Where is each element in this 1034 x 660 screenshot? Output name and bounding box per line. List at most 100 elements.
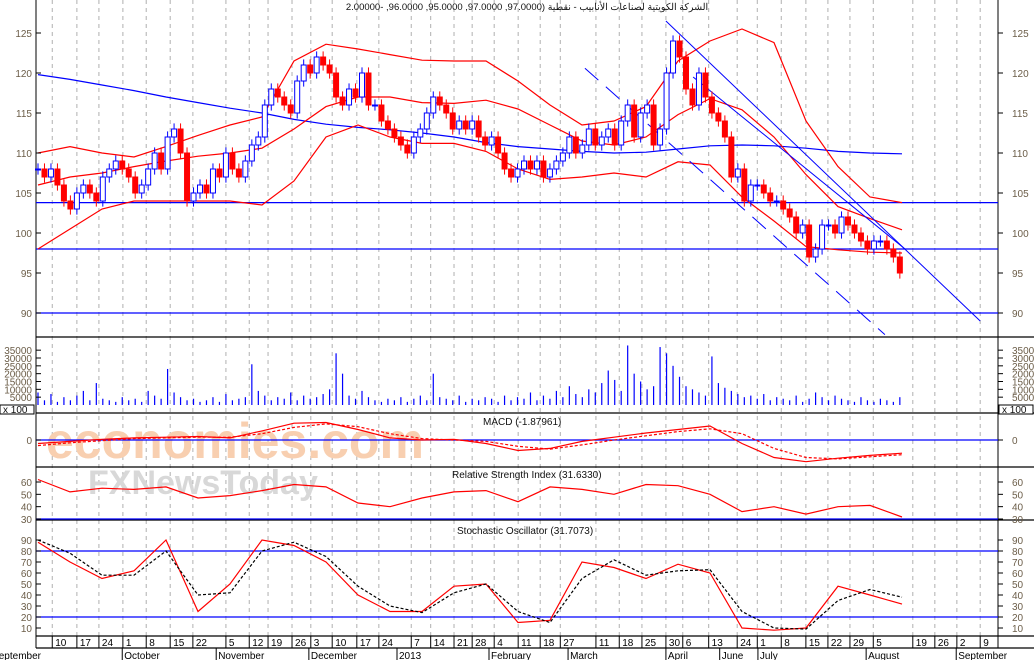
- candle-up: [171, 128, 178, 138]
- volume-panel: [37, 345, 901, 405]
- candle-down: [495, 136, 502, 154]
- x-tick-label: 11: [599, 638, 610, 649]
- candle-down: [475, 120, 482, 138]
- candle-down: [482, 136, 489, 146]
- x-tick-label: 8: [149, 638, 155, 649]
- x-tick-label: 27: [563, 638, 575, 649]
- price-axis-label: 105: [1012, 189, 1029, 200]
- x-tick-label: 22: [831, 638, 843, 649]
- candle-up: [47, 168, 54, 178]
- candle-down: [890, 248, 897, 258]
- candle-down: [767, 192, 774, 202]
- candle-up: [747, 184, 754, 202]
- grid-lines: [51, 0, 981, 636]
- x-tick-label: 17: [80, 638, 92, 649]
- stochastic-axis-label: 80: [21, 547, 33, 558]
- candle-down: [527, 160, 534, 170]
- candle-up: [112, 160, 119, 170]
- x-tick-label: 15: [173, 638, 185, 649]
- rsi-axis-label: 30: [1012, 515, 1024, 526]
- x-tick-label: 10: [55, 638, 67, 649]
- candle-up: [164, 136, 171, 170]
- axes: 125 125120 120115 115110 110105 105100 10095 95…: [0, 29, 1034, 660]
- price-axis-label: 105: [15, 189, 32, 200]
- candle-up: [637, 112, 644, 138]
- stochastic-axis-label: 30: [1012, 602, 1024, 613]
- x-tick-label: 18: [543, 638, 555, 649]
- candle-down: [333, 72, 340, 98]
- price-axis-label: 120: [15, 69, 32, 80]
- candle-up: [151, 152, 158, 170]
- x-tick-label: 8: [784, 638, 790, 649]
- economies-watermark: economies.com: [46, 413, 424, 469]
- candle-down: [320, 56, 327, 66]
- candle-down: [352, 88, 359, 98]
- candle-up: [657, 128, 664, 146]
- candle-up: [644, 104, 651, 114]
- candle-down: [786, 208, 793, 218]
- candle-down: [391, 128, 398, 138]
- stochastic-axis-label: 90: [1012, 536, 1024, 547]
- candle-down: [780, 200, 787, 210]
- candle-down: [235, 168, 242, 178]
- x-tick-label: 10: [335, 638, 347, 649]
- candle-down: [307, 64, 314, 74]
- candle-down: [449, 112, 456, 130]
- x-month-label: November: [218, 651, 265, 660]
- candle-down: [404, 144, 411, 154]
- candle-up: [190, 192, 197, 202]
- stochastic-panel: [36, 538, 998, 631]
- candle-down: [378, 104, 385, 122]
- x-tick-label: 1: [760, 638, 766, 649]
- candle-down: [845, 216, 851, 226]
- candle-up: [371, 104, 378, 107]
- x-month-label: July: [760, 651, 778, 660]
- candle-up: [313, 56, 320, 74]
- candle-up: [566, 136, 573, 154]
- rsi-axis-label: 60: [21, 478, 33, 489]
- stochastic-axis-label: 50: [1012, 580, 1024, 591]
- x-month-label: September: [958, 651, 1008, 660]
- candle-down: [806, 224, 813, 258]
- x-tick-label: 19: [916, 638, 928, 649]
- stochastic-axis-label: 20: [21, 613, 33, 624]
- bollinger-upper-line: [37, 28, 903, 204]
- candle-up: [670, 40, 677, 74]
- candle-down: [708, 96, 715, 114]
- x-tick-label: 2: [960, 638, 966, 649]
- candle-down: [281, 96, 288, 106]
- candle-down: [760, 184, 767, 194]
- candle-up: [488, 136, 495, 146]
- candle-up: [812, 248, 819, 258]
- candle-up: [346, 88, 353, 106]
- x-month-label: August: [868, 651, 899, 660]
- candle-down: [741, 168, 748, 202]
- candle-up: [145, 168, 152, 186]
- candle-down: [715, 112, 722, 122]
- candle-down: [177, 128, 184, 154]
- candle-down: [631, 104, 638, 138]
- stochastic-axis-label: 90: [21, 536, 33, 547]
- stochastic-axis-label: 60: [1012, 569, 1024, 580]
- candle-up: [799, 224, 806, 234]
- candle-down: [229, 152, 236, 170]
- candle-down: [443, 104, 450, 114]
- volume-axis-label: 5000: [1012, 393, 1034, 404]
- price-axis-label: 115: [16, 109, 32, 120]
- x-tick-label: 17: [360, 638, 372, 649]
- x-tick-label: 9: [983, 638, 989, 649]
- candle-up: [410, 136, 417, 154]
- candle-down: [611, 128, 618, 146]
- candle-up: [423, 112, 430, 130]
- candle-down: [501, 152, 508, 170]
- x-tick-label: 7: [414, 638, 420, 649]
- stochastic-axis-label: 70: [1012, 558, 1024, 569]
- rsi-label: Relative Strength Index (31.6330): [452, 470, 602, 481]
- volume-unit-label: x 100: [3, 405, 28, 416]
- x-month-label: December: [311, 651, 358, 660]
- x-tick-label: 24: [102, 638, 114, 649]
- stochastic-axis-label: 50: [21, 580, 33, 591]
- chart-title: الشركة الكويتية لصناعات الأنابيب - نقطية…: [346, 1, 708, 13]
- fxnewstoday-watermark: FXNewsToday: [88, 464, 318, 502]
- candle-up: [618, 120, 625, 146]
